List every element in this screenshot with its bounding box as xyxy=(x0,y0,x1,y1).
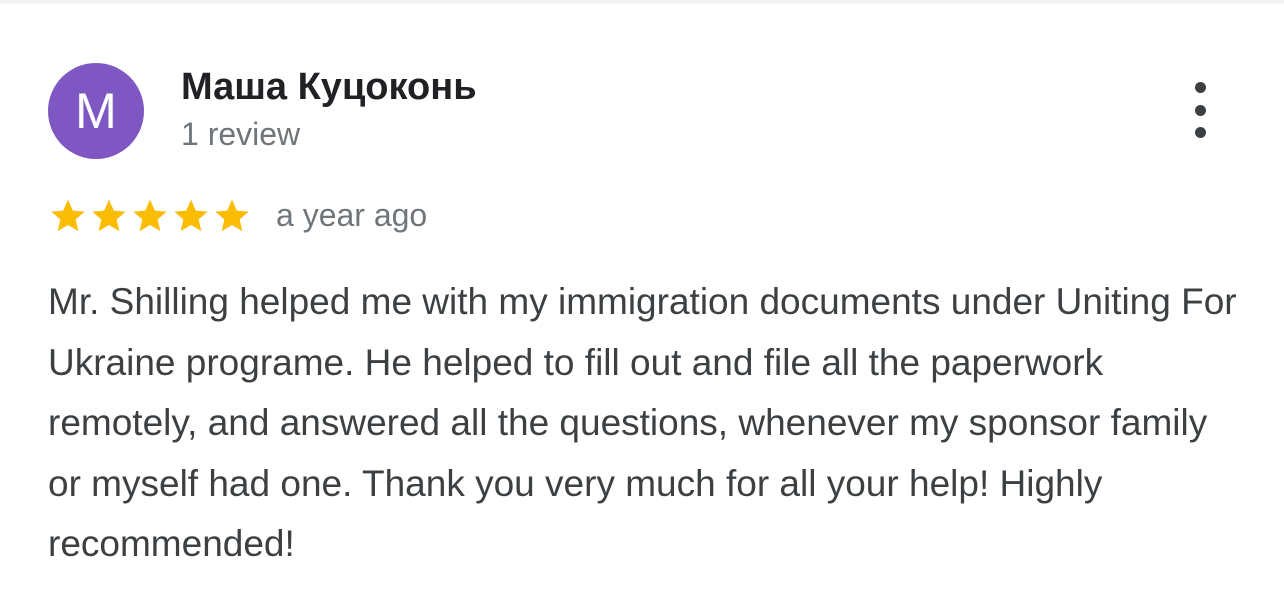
star-rating xyxy=(48,195,253,237)
star-icon xyxy=(48,196,88,236)
star-icon xyxy=(171,196,211,236)
reviewer-name[interactable]: Маша Куцоконь xyxy=(181,66,477,109)
more-options-button[interactable] xyxy=(1184,82,1216,138)
more-vert-icon xyxy=(1194,104,1206,116)
star-icon xyxy=(130,196,170,236)
avatar[interactable]: M xyxy=(48,63,144,159)
avatar-letter: M xyxy=(75,83,117,139)
star-icon xyxy=(212,196,252,236)
more-vert-icon xyxy=(1194,82,1206,93)
review-date: a year ago xyxy=(276,197,428,233)
review-card: M Маша Куцоконь 1 review a year ago Mr. … xyxy=(0,0,1284,603)
more-vert-icon xyxy=(1194,127,1206,138)
star-icon xyxy=(89,196,129,236)
review-text: Mr. Shilling helped me with my immigrati… xyxy=(48,281,1237,564)
reviewer-review-count: 1 review xyxy=(181,116,301,152)
